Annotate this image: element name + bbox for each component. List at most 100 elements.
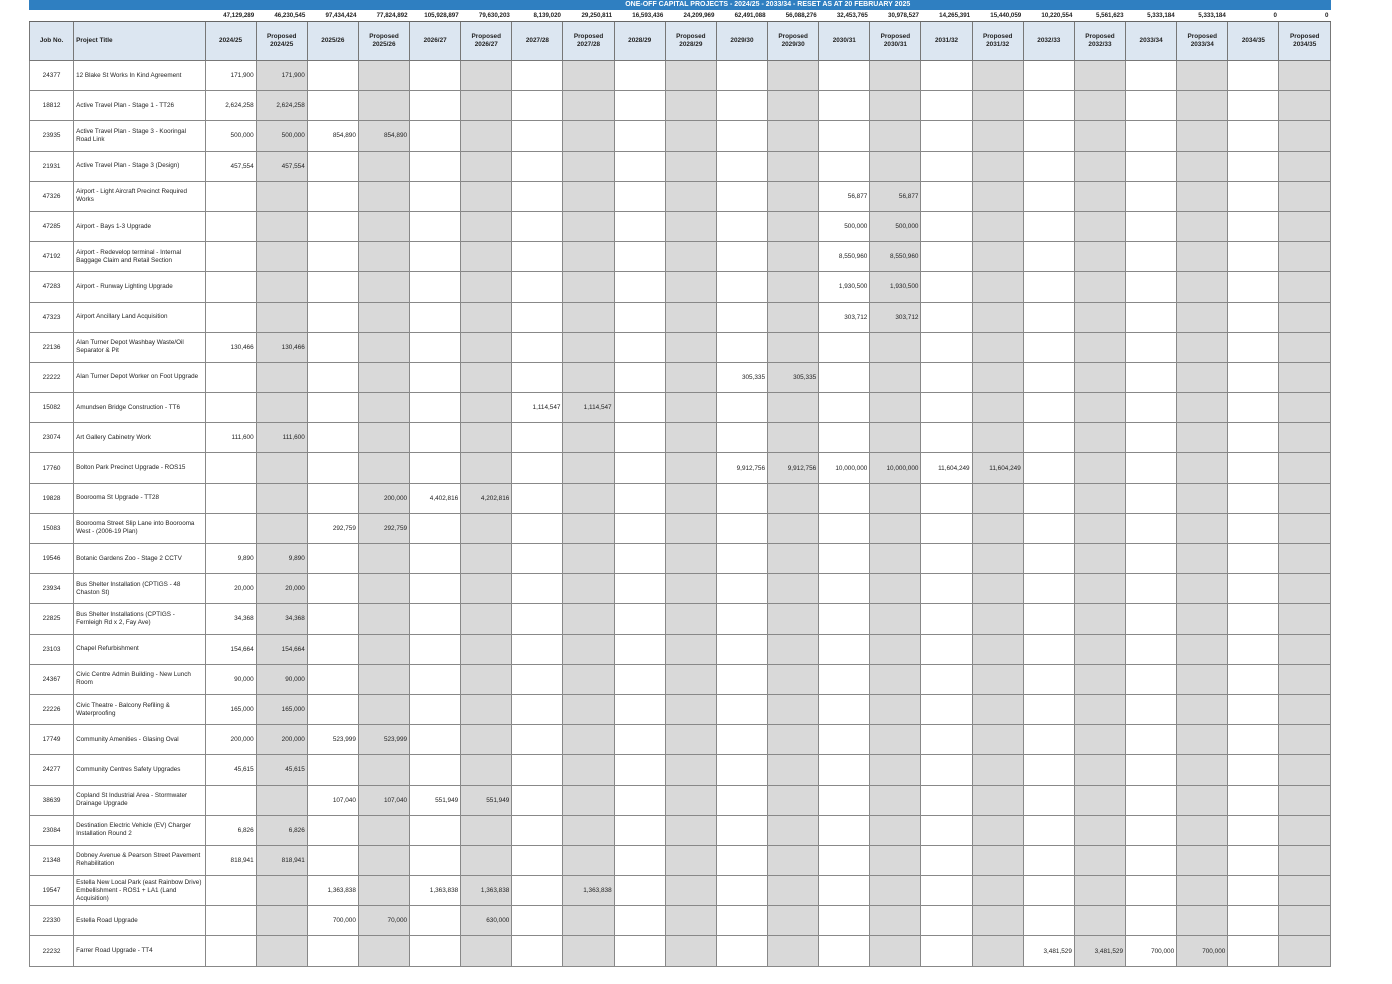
value-cell [715,633,769,665]
proposed-value-cell [1278,210,1331,243]
value-cell: 305,335 [715,361,769,394]
proposed-value-cell [1278,844,1331,877]
column-total: 97,434,424 [307,9,359,22]
proposed-value-cell [664,905,717,937]
value-cell: 2,624,258 [204,90,257,122]
value-cell [920,150,973,182]
proposed-value-cell [1176,542,1229,575]
proposed-value-cell: 1,363,838 [562,875,615,907]
proposed-value-cell [869,814,922,846]
table-row: 17760 Bolton Park Precinct Upgrade - ROS1… [28,452,1331,484]
value-cell [818,120,871,152]
proposed-value-cell [767,512,820,545]
table-row: 23934 Bus Shelter Installation (CPTIGS - … [28,573,1331,605]
value-cell [1125,754,1178,786]
proposed-value-cell [869,754,922,786]
job-number-cell: 21348 [28,844,75,877]
proposed-value-cell [1073,724,1127,756]
value-cell [204,361,257,394]
value-cell [409,693,462,726]
value-cell [1227,120,1280,152]
proposed-value-cell [869,693,922,726]
proposed-value-cell: 303,712 [869,301,922,333]
table-row: 24367 Civic Centre Admin Building - New L… [28,663,1331,695]
value-cell [613,875,666,907]
proposed-value-cell [255,905,308,937]
value-cell [1125,603,1178,635]
proposed-value-cell [460,301,513,333]
job-number-cell: 47326 [28,180,75,212]
proposed-value-cell [1073,361,1127,394]
value-cell [920,59,973,92]
value-cell [715,90,769,122]
value-cell: 457,554 [204,150,257,182]
value-cell [306,361,359,394]
column-total: 5,333,184 [1176,9,1228,22]
column-total: 77,824,892 [358,9,410,22]
job-number-cell: 18812 [28,90,75,122]
value-cell [511,784,564,816]
proposed-value-cell [664,633,717,665]
value-cell: 45,615 [204,754,257,786]
value-cell [1125,814,1178,846]
proposed-value-cell: 700,000 [1176,935,1229,967]
project-title-cell: Farrer Road Upgrade - TT4 [73,935,206,967]
value-cell [409,180,462,212]
value-cell [1227,422,1280,454]
project-title-cell: Copland St Industrial Area - Stormwater … [73,784,206,816]
column-total: 32,453,765 [818,9,870,22]
column-total: 24,209,969 [665,9,717,22]
header-year: 2027/28 [511,21,564,61]
proposed-value-cell [767,210,820,243]
value-cell [306,452,359,484]
value-cell [1022,905,1075,937]
proposed-value-cell [1278,935,1331,967]
value-cell [1125,331,1178,363]
value-cell [511,331,564,363]
proposed-value-cell [255,241,308,273]
value-cell [920,935,973,967]
proposed-value-cell [1176,452,1229,484]
value-cell [613,180,666,212]
proposed-value-cell [664,422,717,454]
proposed-value-cell [767,241,820,273]
project-title-cell: Botanic Gardens Zoo - Stage 2 CCTV [73,542,206,575]
proposed-value-cell [664,241,717,273]
proposed-value-cell [562,90,615,122]
proposed-value-cell: 6,826 [255,814,308,846]
value-cell [204,210,257,243]
proposed-value-cell [562,482,615,514]
proposed-value-cell [767,301,820,333]
proposed-value-cell [869,392,922,424]
job-number-cell: 19546 [28,542,75,575]
proposed-value-cell [255,935,308,967]
table-row: 22226 Civic Theatre - Balcony Refiling & … [28,693,1331,726]
proposed-value-cell [664,784,717,816]
value-cell [1227,301,1280,333]
value-cell [920,271,973,303]
header-year: 2025/26 [306,21,359,61]
job-number-cell: 19547 [28,875,75,907]
proposed-value-cell [1073,693,1127,726]
value-cell: 200,000 [204,724,257,756]
value-cell: 6,826 [204,814,257,846]
proposed-value-cell [562,814,615,846]
value-cell [306,814,359,846]
table-row: 15082 Amundsen Bridge Construction - TT6 1… [28,392,1331,424]
proposed-value-cell [971,180,1024,212]
value-cell: 34,368 [204,603,257,635]
header-year: 2028/29 [613,21,666,61]
proposed-value-cell: 9,912,756 [767,452,820,484]
value-cell [409,150,462,182]
proposed-value-cell [971,241,1024,273]
value-cell [920,331,973,363]
value-cell [1125,724,1178,756]
project-title-cell: Airport Ancillary Land Acquisition [73,301,206,333]
value-cell [1022,422,1075,454]
value-cell [920,512,973,545]
value-cell [409,573,462,605]
proposed-value-cell [460,603,513,635]
proposed-value-cell [562,512,615,545]
value-cell [306,331,359,363]
proposed-value-cell [460,180,513,212]
